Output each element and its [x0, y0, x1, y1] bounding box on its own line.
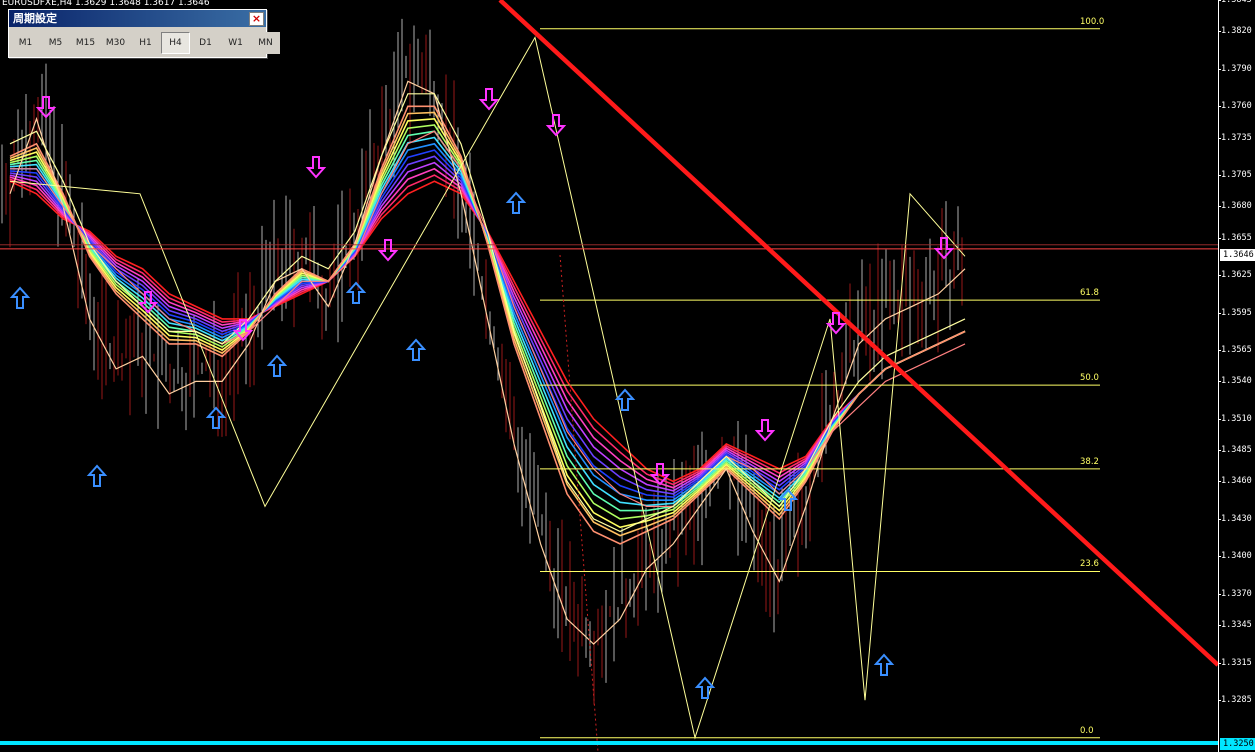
period-settings-panel: 周期設定 × M1 M5 M15 M30 H1 H4 D1 W1 MN	[8, 9, 280, 58]
price-tick-label: 1.3460	[1221, 476, 1252, 487]
price-tick-mark	[1218, 175, 1221, 177]
price-tick-label: 1.3510	[1221, 413, 1252, 424]
price-tick-mark	[1218, 137, 1221, 139]
price-tick-mark	[1218, 381, 1221, 383]
price-tick-mark	[1218, 662, 1221, 664]
symbol-info: EURUSDFXE,H4 1.3629 1.3648 1.3617 1.3646	[2, 0, 210, 8]
price-tick-label: 1.3345	[1221, 620, 1252, 631]
timeframe-button-d1[interactable]: D1	[191, 32, 220, 54]
price-tick-mark	[1218, 625, 1221, 627]
buy-signal-arrow	[86, 464, 108, 487]
sell-signal-arrow	[545, 114, 567, 137]
timeframe-button-w1[interactable]: W1	[221, 32, 250, 54]
current-price-label: 1.3646	[1220, 249, 1255, 261]
fib-level-label: 100.0	[1080, 16, 1105, 27]
price-tick-label: 1.3705	[1221, 170, 1252, 181]
sell-signal-arrow	[377, 239, 399, 262]
close-icon[interactable]: ×	[249, 12, 264, 26]
price-tick-mark	[1218, 518, 1221, 520]
fast-ma-line	[9, 80, 966, 645]
price-tick-label: 1.3680	[1221, 201, 1252, 212]
price-tick-mark	[1218, 418, 1221, 420]
price-tick-label: 1.3430	[1221, 513, 1252, 524]
price-tick-label: 1.3760	[1221, 101, 1252, 112]
fib-level-label: 50.0	[1080, 373, 1099, 384]
chart-canvas[interactable]	[0, 0, 1255, 752]
price-tick-label: 1.3820	[1221, 26, 1252, 37]
buy-signal-arrow	[405, 338, 427, 361]
price-tick-mark	[1218, 237, 1221, 239]
timeframe-button-h1[interactable]: H1	[131, 32, 160, 54]
price-tick-mark	[1218, 31, 1221, 33]
fib-level-label: 61.8	[1080, 288, 1099, 299]
price-tick-label: 1.3735	[1221, 132, 1252, 143]
panel-title: 周期設定	[13, 12, 57, 25]
timeframe-button-h4[interactable]: H4	[161, 32, 190, 54]
price-tick-mark	[1218, 450, 1221, 452]
trendline	[498, 0, 1220, 667]
price-tick-label: 1.3540	[1221, 376, 1252, 387]
price-tick-mark	[1218, 68, 1221, 70]
price-tick-label: 1.3655	[1221, 232, 1252, 243]
panel-titlebar[interactable]: 周期設定 ×	[9, 10, 266, 27]
fib-level-label: 38.2	[1080, 456, 1099, 467]
price-tick-label: 1.3625	[1221, 270, 1252, 281]
price-tick-mark	[1218, 556, 1221, 558]
price-tick-label: 1.3315	[1221, 657, 1252, 668]
price-tick-label: 1.3285	[1221, 695, 1252, 706]
fib-level-label: 0.0	[1080, 725, 1094, 736]
price-tick-label: 1.3485	[1221, 445, 1252, 456]
low-price-label: 1.3250	[1220, 738, 1255, 750]
sell-signal-arrow	[754, 419, 776, 442]
price-tick-label: 1.3845	[1221, 0, 1252, 5]
price-tick-label: 1.3370	[1221, 588, 1252, 599]
timeframe-button-m5[interactable]: M5	[41, 32, 70, 54]
price-tick-mark	[1218, 275, 1221, 277]
timeframe-button-m1[interactable]: M1	[11, 32, 40, 54]
price-tick-mark	[1218, 106, 1221, 108]
price-tick-mark	[1218, 206, 1221, 208]
price-tick-label: 1.3595	[1221, 307, 1252, 318]
price-tick-mark	[1218, 593, 1221, 595]
price-tick-mark	[1218, 700, 1221, 702]
price-tick-mark	[1218, 481, 1221, 483]
price-tick-label: 1.3565	[1221, 345, 1252, 356]
price-tick-label: 1.3400	[1221, 551, 1252, 562]
buy-signal-arrow	[9, 286, 31, 309]
timeframe-button-mn[interactable]: MN	[251, 32, 280, 54]
projection-line	[559, 254, 599, 752]
buy-signal-arrow	[505, 191, 527, 214]
sell-signal-arrow	[478, 88, 500, 111]
timeframe-button-m15[interactable]: M15	[71, 32, 100, 54]
buy-signal-arrow	[873, 653, 895, 676]
buy-signal-arrow	[694, 676, 716, 699]
sell-signal-arrow	[305, 156, 327, 179]
timeframe-buttons: M1 M5 M15 M30 H1 H4 D1 W1 MN	[11, 32, 280, 54]
price-tick-label: 1.3790	[1221, 63, 1252, 74]
price-tick-mark	[1218, 312, 1221, 314]
price-tick-mark	[1218, 350, 1221, 352]
fib-level-label: 23.6	[1080, 559, 1099, 570]
buy-signal-arrow	[266, 354, 288, 377]
price-tick-mark	[1218, 0, 1221, 1]
timeframe-button-m30[interactable]: M30	[101, 32, 130, 54]
